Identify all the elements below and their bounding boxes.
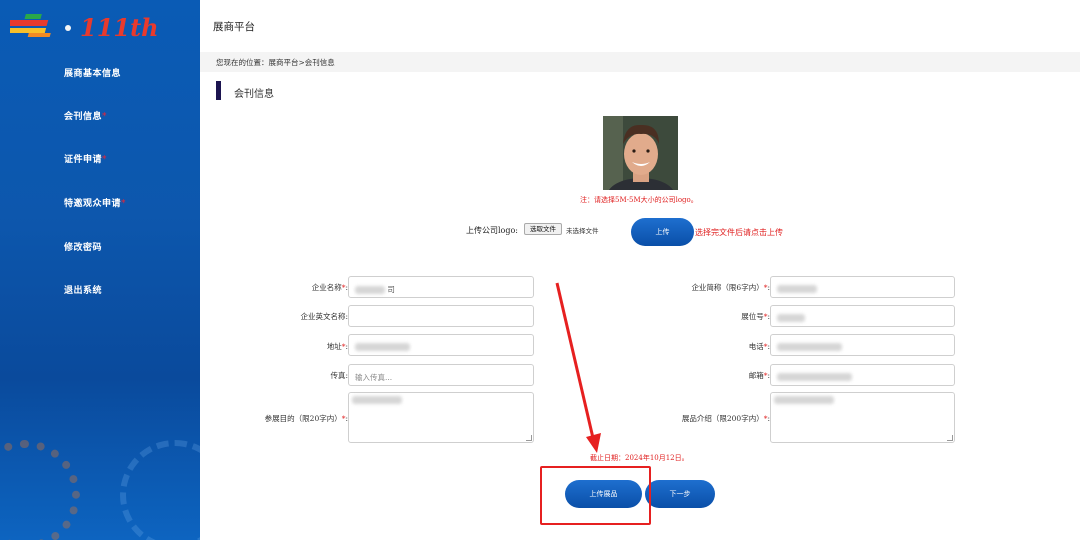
- booth-number-input[interactable]: [770, 305, 955, 327]
- next-step-button[interactable]: 下一步: [645, 480, 715, 508]
- upload-logo-button[interactable]: 上传: [631, 218, 694, 246]
- upload-hint: 选择完文件后请点击上传: [695, 228, 783, 237]
- company-english-name-label: 企业英文名称:: [300, 312, 348, 321]
- annotation-highlight-box: [540, 466, 651, 525]
- sidebar-item-basic-info[interactable]: 展商基本信息: [64, 66, 121, 79]
- redacted-text: [777, 285, 817, 293]
- company-short-name-label: 企业简称（限6字内）*:: [691, 283, 770, 292]
- purpose-textarea[interactable]: [348, 392, 534, 443]
- breadcrumb-text: 您现在的位置：展商平台>会刊信息: [216, 58, 335, 67]
- redacted-text: [355, 343, 410, 351]
- company-name-input[interactable]: 司: [348, 276, 534, 298]
- section-title: 会刊信息: [234, 89, 274, 100]
- redacted-text: [355, 286, 385, 294]
- redacted-text: [777, 373, 852, 381]
- resize-handle[interactable]: [526, 435, 532, 441]
- redacted-text: [777, 343, 842, 351]
- redacted-text: [777, 314, 805, 322]
- logo-size-note: 注：请选择5M-5M大小的公司logo。: [580, 196, 698, 204]
- fax-label: 传真:: [330, 371, 348, 380]
- company-short-name-input[interactable]: [770, 276, 955, 298]
- purpose-label: 参展目的（限20字内）*:: [264, 414, 348, 423]
- fax-input[interactable]: 输入传真...: [348, 364, 534, 386]
- svg-text:111th: 111th: [80, 13, 159, 42]
- top-header: 展商平台: [200, 0, 1080, 52]
- choose-file-button[interactable]: 选取文件: [524, 223, 562, 235]
- redacted-text: [352, 396, 402, 404]
- deadline-note: 截止日期：2024年10月12日。: [590, 454, 689, 462]
- booth-number-label: 展位号*:: [741, 312, 770, 321]
- logo-preview-image: [603, 116, 678, 190]
- no-file-text: 未选择文件: [566, 227, 599, 235]
- upload-logo-label: 上传公司logo:: [466, 226, 519, 235]
- sidebar-item-catalogue-info[interactable]: 会刊信息*: [64, 109, 107, 122]
- sidebar-item-change-password[interactable]: 修改密码: [64, 240, 102, 253]
- section-marker: [216, 81, 221, 100]
- address-label: 地址*:: [326, 342, 348, 351]
- decorative-wheel: [0, 440, 80, 540]
- breadcrumb: 您现在的位置：展商平台>会刊信息: [200, 52, 1080, 72]
- company-english-name-input[interactable]: [348, 305, 534, 327]
- expo-logo: 111th: [10, 13, 159, 42]
- sidebar-item-vip-visitor[interactable]: 特邀观众申请*: [64, 196, 126, 209]
- email-label: 邮箱*:: [748, 371, 770, 380]
- address-input[interactable]: [348, 334, 534, 356]
- redacted-text: [774, 396, 834, 404]
- sidebar-item-logout[interactable]: 退出系统: [64, 283, 102, 296]
- phone-label: 电话*:: [748, 342, 770, 351]
- email-input[interactable]: [770, 364, 955, 386]
- product-intro-textarea[interactable]: [770, 392, 955, 443]
- phone-input[interactable]: [770, 334, 955, 356]
- sidebar: 111th 展商基本信息 会刊信息* 证件申请* 特邀观众申请* 修改密码 退出…: [0, 0, 200, 540]
- page-title: 展商平台: [213, 21, 255, 33]
- product-intro-label: 展品介绍（限200字内）*:: [681, 414, 770, 423]
- resize-handle[interactable]: [947, 435, 953, 441]
- company-name-label: 企业名称*:: [311, 283, 348, 292]
- sidebar-item-badge-application[interactable]: 证件申请*: [64, 152, 107, 165]
- decorative-wheel: [120, 440, 200, 540]
